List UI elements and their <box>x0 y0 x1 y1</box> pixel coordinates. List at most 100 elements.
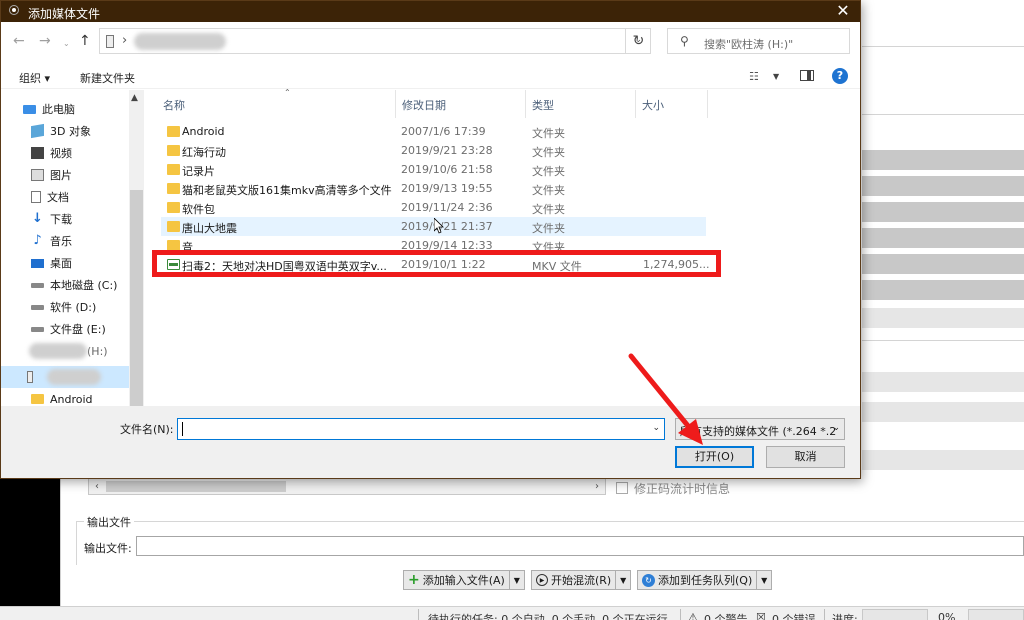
chevron-down-icon[interactable]: ▼ <box>616 576 630 585</box>
warnings-count: 0 个警告 <box>704 613 748 620</box>
background-row <box>862 450 1024 470</box>
scroll-thumb[interactable] <box>130 190 143 406</box>
file-date: 2019/9/13 19:55 <box>401 182 493 195</box>
status-separator <box>418 609 419 620</box>
filename-label: 文件名(N): <box>120 423 174 436</box>
background-row <box>862 308 1024 328</box>
view-dropdown-icon[interactable]: ▼ <box>773 72 779 81</box>
desktop-icon <box>31 258 44 268</box>
hard-drive-icon <box>31 326 44 332</box>
column-header-date[interactable]: 修改日期 <box>396 90 526 118</box>
tree-item-drive-d[interactable]: 软件 (D:) <box>31 296 144 318</box>
scroll-right-icon[interactable]: › <box>589 479 605 494</box>
folder-icon <box>167 145 180 156</box>
video-icon <box>31 147 44 159</box>
fix-stream-timing-option[interactable]: 修正码流计时信息 <box>616 480 730 496</box>
chevron-down-icon[interactable]: ▼ <box>757 576 771 585</box>
tree-item-android[interactable]: Android <box>31 388 144 406</box>
output-file-input[interactable] <box>136 536 1024 556</box>
search-box[interactable]: ⚲ 搜索"欧柱涛 (H:)" <box>667 28 850 54</box>
dialog-title-bar[interactable]: 添加媒体文件 ✕ <box>1 1 860 22</box>
tree-item-label: 桌面 <box>50 257 72 270</box>
file-type: 文件夹 <box>532 127 565 140</box>
new-folder-button[interactable]: 新建文件夹 <box>80 70 135 86</box>
warning-icon: ⚠ <box>688 611 698 620</box>
tree-item-drive-e[interactable]: 文件盘 (E:) <box>31 318 144 340</box>
file-type: 文件夹 <box>532 146 565 159</box>
forward-arrow-icon[interactable]: → <box>39 34 51 48</box>
column-header-size[interactable]: 大小 <box>636 90 708 118</box>
drive-icon <box>27 371 33 383</box>
tree-item-pictures[interactable]: 图片 <box>31 164 144 186</box>
filename-dropdown-icon[interactable]: ⌄ <box>652 423 660 433</box>
column-name-label: 名称 <box>163 99 185 112</box>
start-mux-label: 开始混流(R) <box>551 574 612 587</box>
tree-item-drive-c[interactable]: 本地磁盘 (C:) <box>31 274 144 296</box>
tree-item-label: 音乐 <box>50 235 72 248</box>
navigation-bar: ← → ⌄ ↑ › ⌄ ↻ ⚲ 搜索"欧柱涛 (H:)" <box>1 22 860 62</box>
output-file-label: 输出文件: <box>84 542 132 555</box>
recent-locations-icon[interactable]: ⌄ <box>63 37 70 51</box>
dialog-title: 添加媒体文件 <box>28 7 101 21</box>
address-bar[interactable]: › ⌄ <box>99 28 651 54</box>
filter-value: 所有支持的媒体文件 (*.264 *.2 <box>680 425 837 438</box>
help-icon[interactable]: ? <box>832 68 848 84</box>
preview-pane-icon[interactable] <box>800 70 814 81</box>
file-list-scrollbar[interactable] <box>845 90 860 406</box>
tree-item-music[interactable]: ♪ 音乐 <box>31 230 144 252</box>
file-row[interactable]: 软件包 2019/11/24 2:36 文件夹 <box>161 198 706 217</box>
plus-icon: + <box>408 572 420 588</box>
folder-icon <box>167 164 180 175</box>
tree-item-desktop[interactable]: 桌面 <box>31 252 144 274</box>
chevron-down-icon[interactable]: ▼ <box>510 576 524 585</box>
redacted-drive-name <box>29 343 87 359</box>
tree-item-label: Android <box>50 392 93 406</box>
add-input-file-button[interactable]: + 添加输入文件(A) ▼ <box>403 570 525 590</box>
cancel-button[interactable]: 取消 <box>766 446 845 468</box>
organize-menu[interactable]: 组织 ▾ <box>19 70 50 86</box>
file-row[interactable]: 猫和老鼠英文版161集mkv高清等多个文件 2019/9/13 19:55 文件… <box>161 179 706 198</box>
tree-item-downloads[interactable]: ↓ 下载 <box>31 208 144 230</box>
filter-dropdown-icon[interactable]: ⌄ <box>832 423 840 433</box>
view-options-icon[interactable]: ☷ <box>749 70 759 83</box>
column-type-label: 类型 <box>532 99 554 112</box>
back-arrow-icon[interactable]: ← <box>13 34 25 48</box>
computer-icon <box>23 104 36 114</box>
fix-stream-checkbox[interactable] <box>616 482 628 494</box>
start-mux-button[interactable]: ▶ 开始混流(R) ▼ <box>531 570 632 590</box>
tree-item-videos[interactable]: 视频 <box>31 142 144 164</box>
breadcrumb-chevron-icon[interactable]: › <box>122 33 127 48</box>
tree-item-selected-drive[interactable] <box>1 366 129 388</box>
horizontal-scrollbar[interactable]: ‹ › <box>88 478 606 495</box>
tree-item-documents[interactable]: 文档 <box>31 186 144 208</box>
scroll-thumb[interactable] <box>106 481 286 492</box>
folder-icon <box>167 202 180 213</box>
background-row <box>862 254 1024 274</box>
background-row <box>862 280 1024 300</box>
file-type: 文件夹 <box>532 165 565 178</box>
close-icon[interactable]: ✕ <box>826 1 860 22</box>
tree-item-3d-objects[interactable]: 3D 对象 <box>31 120 144 142</box>
progress-value: 0% <box>938 611 956 620</box>
tree-scrollbar[interactable]: ▲ <box>129 90 144 406</box>
filename-input[interactable]: ⌄ <box>177 418 665 440</box>
file-row[interactable]: 记录片 2019/10/6 21:58 文件夹 <box>161 160 706 179</box>
open-button[interactable]: 打开(O) <box>675 446 754 468</box>
error-icon: ☒ <box>756 611 766 620</box>
up-arrow-icon[interactable]: ↑ <box>79 34 91 48</box>
drive-icon <box>106 35 114 48</box>
redacted-drive-name <box>47 369 101 385</box>
column-header-type[interactable]: 类型 <box>526 90 636 118</box>
file-row[interactable]: Android 2007/1/6 17:39 文件夹 <box>161 122 706 141</box>
folder-icon <box>167 183 180 194</box>
file-type-filter[interactable]: 所有支持的媒体文件 (*.264 *.2 ⌄ <box>675 418 845 440</box>
add-to-queue-button[interactable]: ↻ 添加到任务队列(Q) ▼ <box>637 570 773 590</box>
tree-item-drive-h[interactable]: (H:) <box>29 340 144 362</box>
tree-item-this-pc[interactable]: 此电脑 <box>23 98 144 120</box>
scroll-up-icon[interactable]: ▲ <box>131 93 138 103</box>
file-row[interactable]: 红海行动 2019/9/21 23:28 文件夹 <box>161 141 706 160</box>
scroll-left-icon[interactable]: ‹ <box>89 479 105 494</box>
refresh-icon[interactable]: ↻ <box>625 29 651 53</box>
column-header-name[interactable]: ⌃ 名称 <box>157 88 396 118</box>
output-group-title: 输出文件 <box>84 514 134 530</box>
